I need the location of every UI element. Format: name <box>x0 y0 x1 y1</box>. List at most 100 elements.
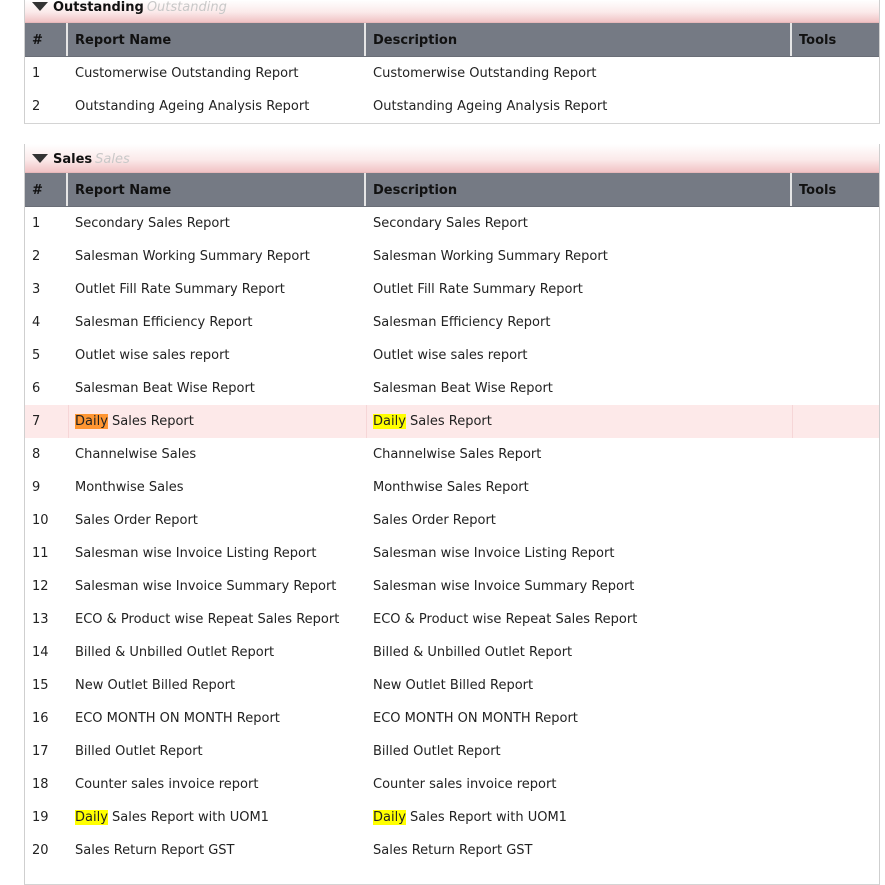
column-separator <box>792 240 793 273</box>
column-separator <box>792 339 793 372</box>
table-row[interactable]: 6 Salesman Beat Wise Report Salesman Beat … <box>25 372 879 405</box>
report-description: New Outlet Billed Report <box>373 678 534 693</box>
report-name-link[interactable]: Channelwise Sales <box>75 438 196 471</box>
report-name-link[interactable]: Salesman Efficiency Report <box>75 306 252 339</box>
row-number: 17 <box>32 744 49 759</box>
report-name-link[interactable]: Daily Sales Report with UOM1 <box>75 801 269 834</box>
report-name-link[interactable]: Billed & Unbilled Outlet Report <box>75 636 274 669</box>
column-separator <box>68 636 69 669</box>
report-description: Daily Sales Report with UOM1 <box>373 801 567 834</box>
table-row[interactable]: 7 Daily Sales Report Daily Sales Report <box>25 405 879 438</box>
column-separator <box>792 735 793 768</box>
sales-section-header[interactable]: Sales Sales <box>25 144 879 173</box>
column-header-tools[interactable]: Tools <box>792 23 879 56</box>
table-row[interactable]: 8 Channelwise Sales Channelwise Sales Repo… <box>25 438 879 471</box>
table-row[interactable]: 2 Outstanding Ageing Analysis Report Outst… <box>25 90 879 123</box>
report-name-link[interactable]: Sales Return Report GST <box>75 834 235 867</box>
report-name-link[interactable]: Customerwise Outstanding Report <box>75 57 299 90</box>
table-row[interactable]: 16 ECO MONTH ON MONTH Report ECO MONTH ON … <box>25 702 879 735</box>
report-description: Counter sales invoice report <box>373 777 557 792</box>
column-separator <box>792 801 793 834</box>
report-name-link[interactable]: Outstanding Ageing Analysis Report <box>75 90 309 123</box>
table-row[interactable]: 15 New Outlet Billed Report New Outlet Bil… <box>25 669 879 702</box>
report-name-link[interactable]: Billed Outlet Report <box>75 735 203 768</box>
report-name-link[interactable]: Outlet Fill Rate Summary Report <box>75 273 285 306</box>
table-row[interactable]: 1 Secondary Sales Report Secondary Sales R… <box>25 207 879 240</box>
column-separator <box>792 90 793 123</box>
column-header-number[interactable]: # <box>25 173 68 206</box>
report-name-link[interactable]: Secondary Sales Report <box>75 207 230 240</box>
report-description: Sales Return Report GST <box>373 843 533 858</box>
table-row[interactable]: 10 Sales Order Report Sales Order Report <box>25 504 879 537</box>
report-name-link[interactable]: Salesman Beat Wise Report <box>75 372 255 405</box>
table-row[interactable]: 1 Customerwise Outstanding Report Customer… <box>25 57 879 90</box>
table-row[interactable]: 5 Outlet wise sales report Outlet wise sal… <box>25 339 879 372</box>
column-separator <box>366 405 367 438</box>
report-name-link[interactable]: New Outlet Billed Report <box>75 669 235 702</box>
report-name-link[interactable]: Monthwise Sales <box>75 471 184 504</box>
column-separator <box>68 405 69 438</box>
column-separator <box>68 471 69 504</box>
table-row[interactable]: 17 Billed Outlet Report Billed Outlet Repo… <box>25 735 879 768</box>
column-separator <box>366 570 367 603</box>
report-name-link[interactable]: ECO MONTH ON MONTH Report <box>75 702 280 735</box>
column-header-number[interactable]: # <box>25 23 68 56</box>
report-name-link[interactable]: Counter sales invoice report <box>75 768 258 801</box>
column-separator <box>366 273 367 306</box>
column-separator <box>792 636 793 669</box>
report-description: Outlet Fill Rate Summary Report <box>373 282 583 297</box>
report-name-link[interactable]: Daily Sales Report <box>75 405 194 438</box>
row-number: 19 <box>32 810 49 825</box>
column-separator <box>366 801 367 834</box>
column-header-description[interactable]: Description <box>366 173 792 206</box>
table-row[interactable]: 9 Monthwise Sales Monthwise Sales Report <box>25 471 879 504</box>
report-name-link[interactable]: Salesman wise Invoice Summary Report <box>75 570 336 603</box>
column-separator <box>792 57 793 90</box>
table-row[interactable]: 20 Sales Return Report GST Sales Return Re… <box>25 834 879 867</box>
report-name-link[interactable]: Outlet wise sales report <box>75 339 230 372</box>
table-row[interactable]: 18 Counter sales invoice report Counter sa… <box>25 768 879 801</box>
table-row[interactable]: 19 Daily Sales Report with UOM1 Daily Sale… <box>25 801 879 834</box>
column-header-tools[interactable]: Tools <box>792 173 879 206</box>
column-separator <box>68 834 69 867</box>
report-description: Billed & Unbilled Outlet Report <box>373 645 573 660</box>
column-separator <box>366 207 367 240</box>
table-row[interactable]: 2 Salesman Working Summary Report Salesman… <box>25 240 879 273</box>
column-separator <box>792 438 793 471</box>
report-name-link[interactable]: Sales Order Report <box>75 504 198 537</box>
column-separator <box>792 669 793 702</box>
collapse-triangle-icon[interactable] <box>32 2 48 11</box>
report-description: Salesman Efficiency Report <box>373 315 551 330</box>
column-separator <box>366 834 367 867</box>
table-row[interactable]: 14 Billed & Unbilled Outlet Report Billed … <box>25 636 879 669</box>
column-header-report-name[interactable]: Report Name <box>68 23 366 56</box>
row-number: 10 <box>32 513 49 528</box>
report-name-link[interactable]: Salesman wise Invoice Listing Report <box>75 537 316 570</box>
collapse-triangle-icon[interactable] <box>32 154 48 163</box>
report-name-link[interactable]: ECO & Product wise Repeat Sales Report <box>75 603 339 636</box>
report-description: Outstanding Ageing Analysis Report <box>373 99 608 114</box>
search-highlight: Daily <box>75 810 108 825</box>
column-header-report-name[interactable]: Report Name <box>68 173 366 206</box>
report-name-link[interactable]: Salesman Working Summary Report <box>75 240 310 273</box>
report-description: Salesman wise Invoice Listing Report <box>373 546 615 561</box>
outstanding-section-header[interactable]: Outstanding Outstanding <box>25 0 879 23</box>
report-description: Billed Outlet Report <box>373 744 501 759</box>
row-number: 6 <box>32 381 41 396</box>
column-separator <box>366 306 367 339</box>
table-row[interactable]: 11 Salesman wise Invoice Listing Report Sa… <box>25 537 879 570</box>
column-separator <box>366 636 367 669</box>
column-separator <box>68 768 69 801</box>
column-separator <box>68 438 69 471</box>
table-row[interactable]: 3 Outlet Fill Rate Summary Report Outlet F… <box>25 273 879 306</box>
table-row[interactable]: 12 Salesman wise Invoice Summary Report Sa… <box>25 570 879 603</box>
column-separator <box>68 240 69 273</box>
section-subtitle: Sales <box>95 152 130 167</box>
column-header-description[interactable]: Description <box>366 23 792 56</box>
report-description: Secondary Sales Report <box>373 216 528 231</box>
report-description: Daily Sales Report <box>373 405 492 438</box>
row-number: 5 <box>32 348 41 363</box>
row-number: 13 <box>32 612 49 627</box>
table-row[interactable]: 4 Salesman Efficiency Report Salesman Effi… <box>25 306 879 339</box>
table-row[interactable]: 13 ECO & Product wise Repeat Sales Report… <box>25 603 879 636</box>
